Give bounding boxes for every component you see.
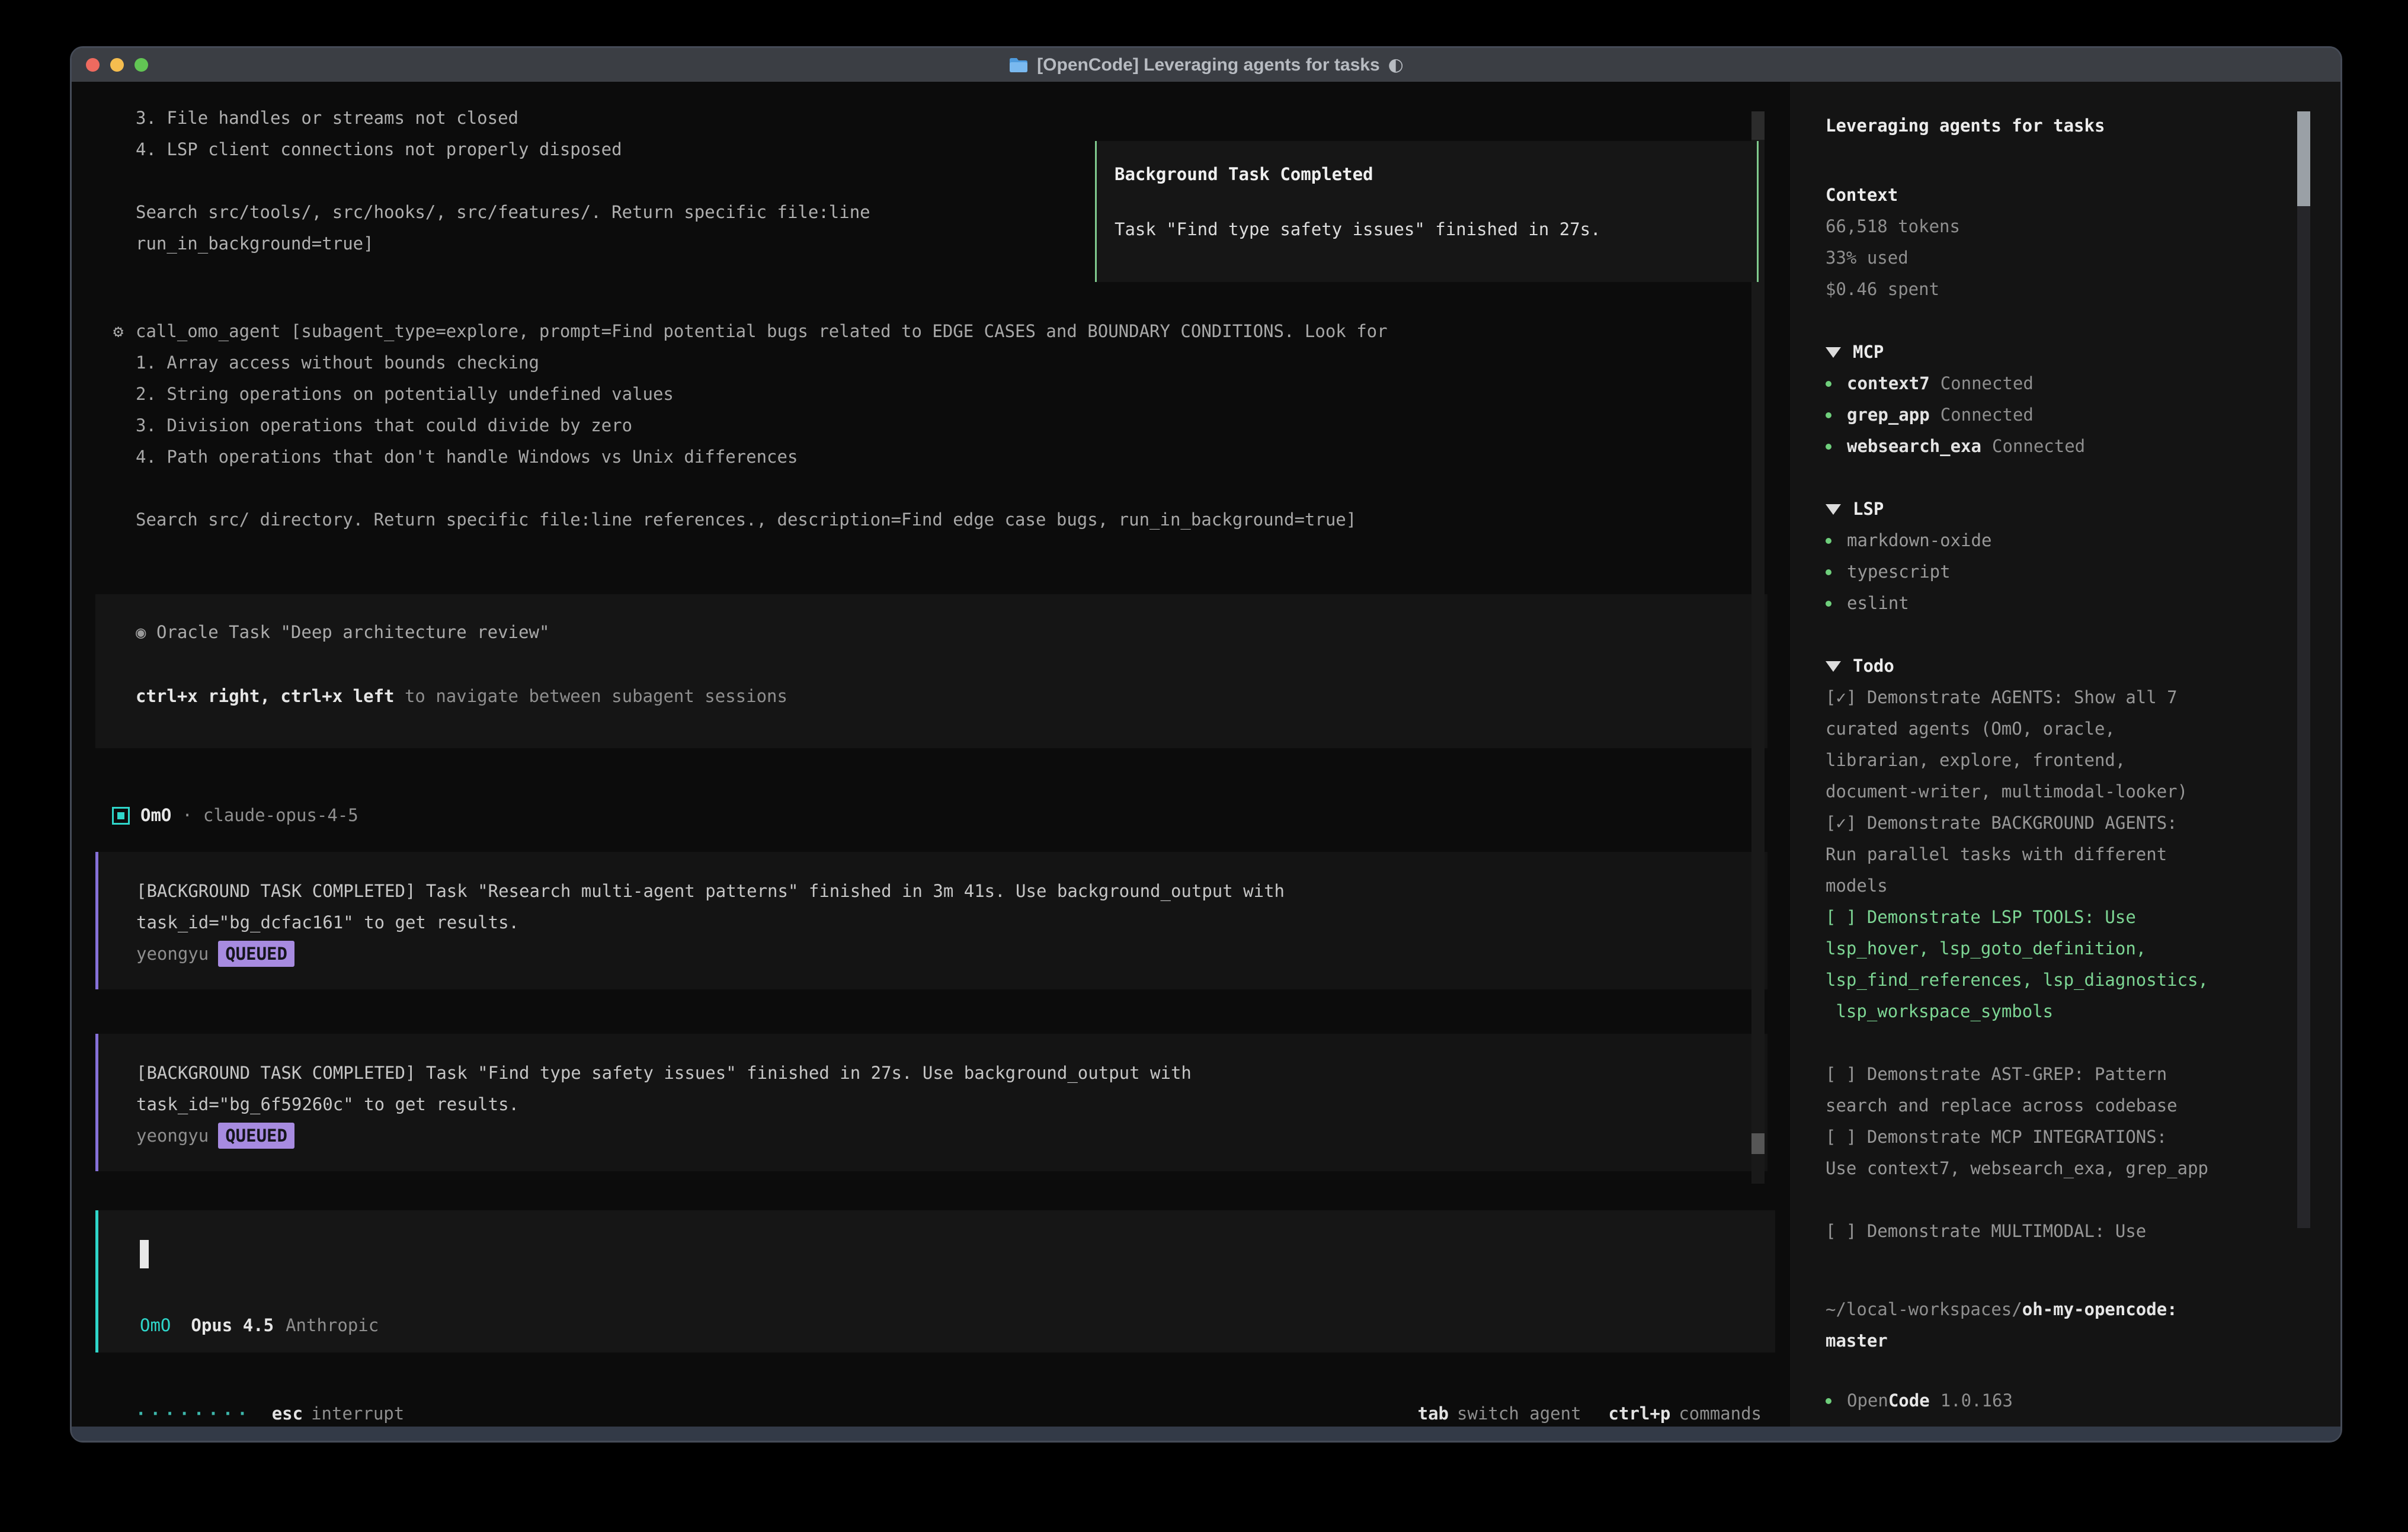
toast-title: Background Task Completed xyxy=(1115,159,1757,190)
folder-icon xyxy=(1008,57,1029,73)
tool-call-block: ⚙call_omo_agent [subagent_type=explore, … xyxy=(136,316,1388,536)
background-task-message: [BACKGROUND TASK COMPLETED] Task "Find t… xyxy=(95,1034,1767,1171)
oracle-task-title: Oracle Task "Deep architecture review" xyxy=(156,622,549,642)
spinner-dots: ········ xyxy=(136,1403,252,1424)
chat-pane: 3. File handles or streams not closed 4.… xyxy=(72,82,1790,1427)
tool-call-body: 1. Array access without bounds checking … xyxy=(136,347,1388,536)
mcp-item: context7 Connected xyxy=(1826,368,2294,399)
lsp-list: markdown-oxide typescript eslint xyxy=(1826,525,2294,619)
todo-pending-items: [ ] Demonstrate AST-GREP: Pattern search… xyxy=(1826,1059,2294,1247)
tool-call-line: call_omo_agent [subagent_type=explore, p… xyxy=(136,321,1388,341)
titlebar[interactable]: [OpenCode] Leveraging agents for tasks ◐ xyxy=(72,48,2340,82)
sidebar-scrollbar[interactable] xyxy=(2297,111,2310,1228)
notification-toast: Background Task Completed Task "Find typ… xyxy=(1095,141,1759,282)
mcp-item: websearch_exa Connected xyxy=(1826,431,2294,462)
lsp-section-header[interactable]: LSP xyxy=(1826,493,2294,525)
window-title: [OpenCode] Leveraging agents for tasks ◐ xyxy=(1008,55,1404,75)
prompt-input[interactable]: OmO Opus 4.5 Anthropic xyxy=(95,1210,1775,1352)
status-right: tab switch agent ctrl+p commands xyxy=(1418,1398,1762,1427)
lsp-heading: LSP xyxy=(1853,493,1884,525)
mcp-section-header[interactable]: MCP xyxy=(1826,336,2294,368)
maximize-button[interactable] xyxy=(135,58,148,72)
sidebar-scrollbar-thumb[interactable] xyxy=(2297,111,2310,206)
lsp-item: markdown-oxide xyxy=(1826,525,2294,556)
half-moon-icon: ◐ xyxy=(1388,55,1404,75)
agent-name: OmO xyxy=(140,800,171,831)
mcp-list: context7 Connected grep_app Connected we… xyxy=(1826,368,2294,462)
background-task-message: [BACKGROUND TASK COMPLETED] Task "Resear… xyxy=(95,852,1767,989)
hint-keys: ctrl+x right, ctrl+x left xyxy=(136,686,395,706)
chevron-down-icon xyxy=(1826,504,1841,515)
todo-heading: Todo xyxy=(1853,650,1894,682)
todo-section-header[interactable]: Todo xyxy=(1826,650,2294,682)
toast-body: Task "Find type safety issues" finished … xyxy=(1115,214,1757,245)
separator-dot: · xyxy=(182,800,192,831)
lsp-item: eslint xyxy=(1826,588,2294,619)
sidebar: Leveraging agents for tasks Context 66,5… xyxy=(1790,82,2340,1427)
session-title: Leveraging agents for tasks xyxy=(1826,110,2294,142)
input-provider: Anthropic xyxy=(286,1315,379,1335)
hint-text: to navigate between subagent sessions xyxy=(395,686,787,706)
status-dot-icon xyxy=(1826,538,1831,544)
status-dot-icon xyxy=(1826,569,1831,575)
minimize-button[interactable] xyxy=(110,58,124,72)
status-left: ········ esc interrupt xyxy=(136,1398,404,1427)
traffic-lights xyxy=(86,48,148,82)
status-dot-icon xyxy=(1826,444,1831,450)
context-stats: 66,518 tokens 33% used $0.46 spent xyxy=(1826,211,2294,305)
agent-session-header: OmO · claude-opus-4-5 xyxy=(112,800,358,831)
repo-name: oh-my-opencode: xyxy=(2022,1299,2178,1319)
agent-model: claude-opus-4-5 xyxy=(203,800,358,831)
tab-key-hint: tab xyxy=(1418,1403,1449,1424)
window-footer xyxy=(72,1427,2340,1441)
status-dot-icon xyxy=(1826,412,1831,418)
window-title-text: [OpenCode] Leveraging agents for tasks xyxy=(1037,55,1379,75)
lsp-item: typescript xyxy=(1826,556,2294,588)
agent-square-icon xyxy=(112,807,130,825)
status-badge: QUEUED xyxy=(218,1123,294,1149)
esc-key-label: interrupt xyxy=(311,1403,404,1424)
esc-key-hint: esc xyxy=(272,1403,303,1424)
message-body: [BACKGROUND TASK COMPLETED] Task "Find t… xyxy=(136,1057,1767,1120)
mcp-item: grep_app Connected xyxy=(1826,399,2294,431)
message-body: [BACKGROUND TASK COMPLETED] Task "Resear… xyxy=(136,876,1767,938)
message-author: yeongyu xyxy=(136,944,209,964)
todo-completed-items: [✓] Demonstrate AGENTS: Show all 7 curat… xyxy=(1826,682,2294,902)
status-bar: ········ esc interrupt tab switch agent ctrl… xyxy=(136,1398,1762,1427)
version-number: 1.0.163 xyxy=(1941,1385,2013,1416)
oracle-task-panel[interactable]: ◉ Oracle Task "Deep architecture review"… xyxy=(95,594,1767,748)
ctrlp-key-hint: ctrl+p xyxy=(1609,1403,1671,1424)
close-button[interactable] xyxy=(86,58,100,72)
workspace-path: ~/local-workspaces/oh-my-opencode: maste… xyxy=(1826,1294,2294,1357)
text-cursor xyxy=(140,1240,149,1268)
context-heading: Context xyxy=(1826,180,2294,211)
tab-key-label: switch agent xyxy=(1457,1403,1581,1424)
path-prefix: ~/local-workspaces/ xyxy=(1826,1299,2022,1319)
fisheye-icon: ◉ xyxy=(136,622,146,642)
opencode-window: [OpenCode] Leveraging agents for tasks ◐… xyxy=(70,46,2342,1443)
input-model: Opus 4.5 xyxy=(191,1315,274,1335)
git-branch: master xyxy=(1826,1325,2294,1357)
status-dot-icon xyxy=(1826,381,1831,387)
status-dot-icon xyxy=(1826,601,1831,607)
chevron-down-icon xyxy=(1826,661,1841,672)
ctrlp-key-label: commands xyxy=(1679,1403,1762,1424)
status-dot-icon xyxy=(1826,1398,1831,1404)
input-agent: OmO xyxy=(140,1315,171,1335)
todo-active-item: [ ] Demonstrate LSP TOOLS: Use lsp_hover… xyxy=(1826,902,2294,1027)
mcp-heading: MCP xyxy=(1853,336,1884,368)
chevron-down-icon xyxy=(1826,347,1841,358)
chat-scrollbar-thumb[interactable] xyxy=(1751,1133,1765,1154)
chat-scrollbar-top-marker[interactable] xyxy=(1751,111,1765,140)
assistant-message: 3. File handles or streams not closed 4.… xyxy=(136,102,870,259)
status-badge: QUEUED xyxy=(218,941,294,967)
app-version: OpenCode1.0.163 xyxy=(1826,1385,2294,1416)
message-author: yeongyu xyxy=(136,1126,209,1146)
gear-icon: ⚙ xyxy=(113,316,123,347)
